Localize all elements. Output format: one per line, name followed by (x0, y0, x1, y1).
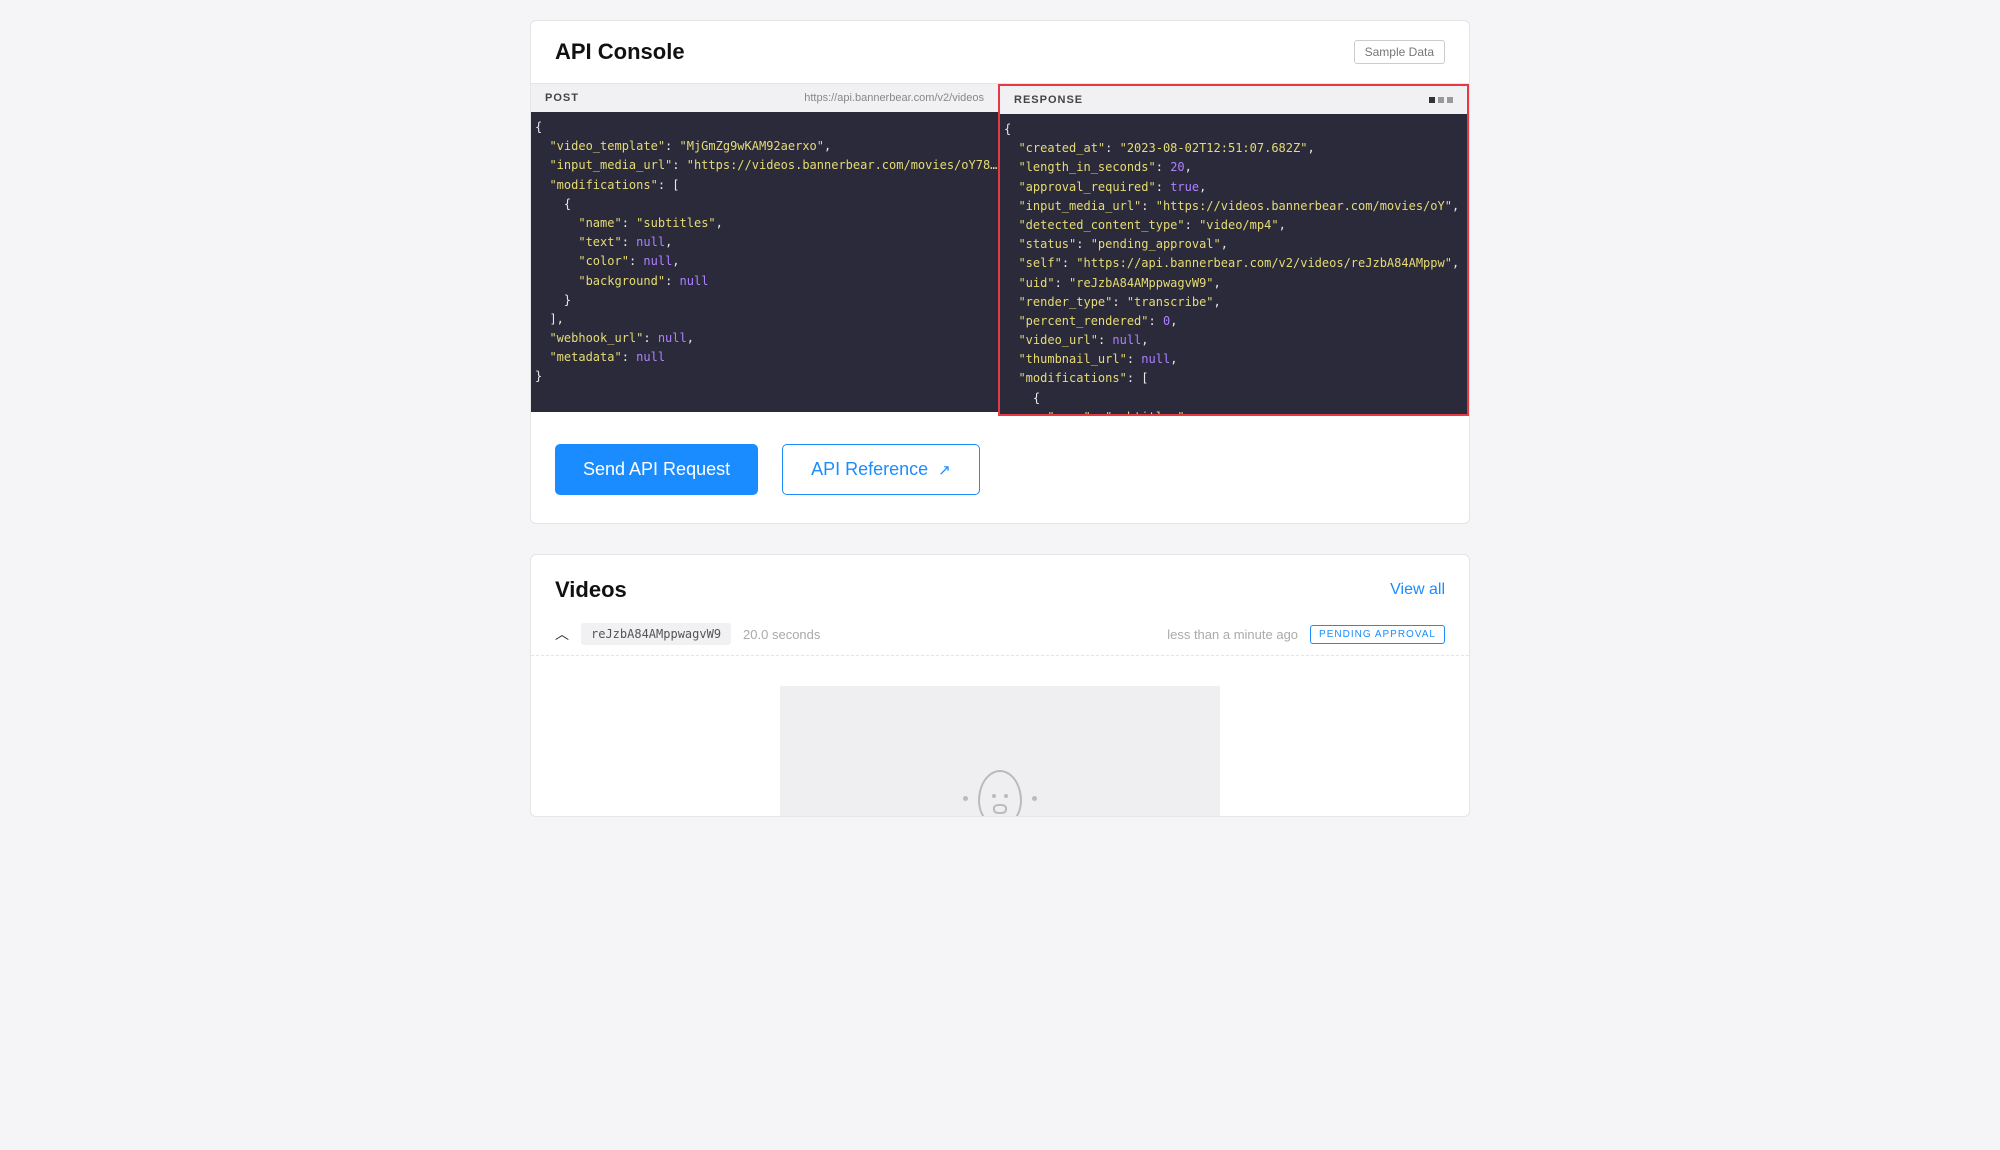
loading-dots-icon (1429, 97, 1453, 103)
video-preview-placeholder (780, 686, 1220, 816)
api-reference-button[interactable]: API Reference ↗ (782, 444, 980, 495)
video-time-ago: less than a minute ago (1167, 627, 1298, 642)
http-method: POST (545, 92, 579, 104)
video-duration: 20.0 seconds (743, 627, 820, 642)
external-link-icon: ↗ (938, 461, 951, 479)
response-column: RESPONSE { "created_at": "2023-08-02T12:… (998, 84, 1469, 416)
videos-header: Videos View all (531, 555, 1469, 613)
request-body-editor[interactable]: { "video_template": "MjGmZg9wKAM92aerxo"… (531, 112, 998, 412)
api-console-header: API Console Sample Data (531, 21, 1469, 83)
api-reference-label: API Reference (811, 459, 928, 480)
videos-panel: Videos View all ︿ reJzbA84AMppwagvW9 20.… (530, 554, 1470, 817)
response-body-viewer: { "created_at": "2023-08-02T12:51:07.682… (1000, 114, 1467, 414)
request-header: POST https://api.bannerbear.com/v2/video… (531, 84, 998, 112)
video-status-badge: PENDING APPROVAL (1310, 625, 1445, 644)
console-actions: Send API Request API Reference ↗ (531, 416, 1469, 523)
bear-placeholder-icon (963, 770, 1037, 816)
sample-data-button[interactable]: Sample Data (1354, 40, 1445, 64)
chevron-up-icon[interactable]: ︿ (555, 624, 569, 644)
api-console-panel: API Console Sample Data POST https://api… (530, 20, 1470, 524)
response-label: RESPONSE (1014, 94, 1083, 106)
api-console-title: API Console (555, 39, 685, 65)
send-api-request-button[interactable]: Send API Request (555, 444, 758, 495)
video-uid: reJzbA84AMppwagvW9 (581, 623, 731, 645)
code-area: POST https://api.bannerbear.com/v2/video… (531, 83, 1469, 416)
endpoint-url: https://api.bannerbear.com/v2/videos (804, 92, 984, 104)
request-column: POST https://api.bannerbear.com/v2/video… (531, 84, 998, 416)
video-list-item[interactable]: ︿ reJzbA84AMppwagvW9 20.0 seconds less t… (531, 613, 1469, 656)
response-header: RESPONSE (1000, 86, 1467, 114)
view-all-link[interactable]: View all (1390, 581, 1445, 599)
videos-title: Videos (555, 577, 627, 603)
video-preview-area (531, 656, 1469, 816)
